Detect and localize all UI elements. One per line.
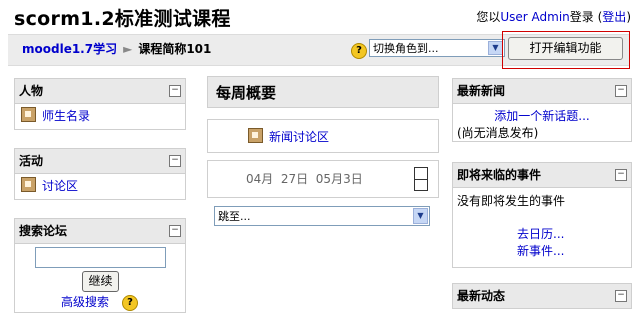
- recent-activity-block-header: 最新动态 −: [453, 284, 631, 308]
- search-go-button[interactable]: 继续: [82, 271, 119, 292]
- upcoming-events-block-header: 即将来临的事件 −: [453, 163, 631, 188]
- logout-close: ): [626, 10, 631, 24]
- latest-news-block-header: 最新新闻 −: [453, 79, 631, 104]
- jump-to-value: 跳至...: [218, 210, 251, 223]
- chevron-down-icon: ▼: [488, 41, 503, 55]
- help-icon[interactable]: ?: [122, 295, 138, 311]
- user-link[interactable]: User Admin: [500, 10, 569, 24]
- weekly-outline-title: 每周概要: [216, 84, 277, 102]
- forums-item[interactable]: 讨论区: [15, 174, 185, 197]
- help-icon[interactable]: ?: [351, 43, 367, 59]
- chevron-down-icon: ▼: [413, 208, 428, 224]
- breadcrumb-separator-icon: ►: [123, 42, 133, 56]
- news-forum-link[interactable]: 新闻讨论区: [269, 130, 329, 144]
- participants-icon: [21, 107, 36, 122]
- breadcrumb: moodle1.7学习 ► 课程简称101: [22, 40, 211, 57]
- breadcrumb-current: 课程简称101: [138, 42, 212, 56]
- people-block-title: 人物: [19, 84, 44, 98]
- news-forum-item[interactable]: 新闻讨论区: [248, 128, 329, 145]
- search-forums-input[interactable]: [35, 247, 166, 268]
- activities-block: 活动 − 讨论区: [14, 148, 186, 200]
- turn-editing-on-button[interactable]: 打开编辑功能: [508, 37, 623, 60]
- no-news-text: (尚无消息发布): [457, 126, 539, 140]
- search-forums-block-header: 搜索论坛 −: [15, 219, 185, 244]
- people-block: 人物 − 师生名录: [14, 78, 186, 130]
- weekly-outline-header: 每周概要: [207, 76, 439, 108]
- recent-activity-block-title: 最新动态: [457, 289, 506, 303]
- login-suffix: 登录: [569, 10, 594, 24]
- go-to-calendar-link[interactable]: 去日历...: [517, 225, 564, 242]
- latest-news-block: 最新新闻 − 添加一个新话题... (尚无消息发布): [452, 78, 632, 142]
- people-block-header: 人物 −: [15, 79, 185, 104]
- collapse-icon[interactable]: −: [615, 290, 627, 302]
- login-info: 您以User Admin登录 (登出): [476, 8, 631, 25]
- collapse-icon[interactable]: −: [169, 225, 181, 237]
- activities-block-title: 活动: [19, 154, 44, 168]
- collapse-icon[interactable]: −: [615, 169, 627, 181]
- recent-activity-block: 最新动态 −: [452, 283, 632, 309]
- latest-news-block-title: 最新新闻: [457, 84, 506, 98]
- breadcrumb-home-link[interactable]: moodle1.7学习: [22, 42, 117, 56]
- week-dates: 04月 27日 05月3日: [246, 172, 363, 186]
- switch-role-value: 切换角色到...: [373, 42, 439, 55]
- add-new-topic-link[interactable]: 添加一个新话题...: [494, 109, 589, 123]
- login-prefix: 您以: [476, 10, 501, 24]
- forum-icon: [248, 128, 263, 143]
- switch-role-select[interactable]: 切换角色到... ▼: [369, 39, 505, 57]
- activities-block-header: 活动 −: [15, 149, 185, 174]
- advanced-search-link[interactable]: 高级搜索: [61, 293, 109, 310]
- jump-to-select[interactable]: 跳至... ▼: [214, 206, 430, 226]
- new-event-link[interactable]: 新事件...: [517, 242, 564, 259]
- participants-link[interactable]: 师生名录: [42, 109, 90, 123]
- collapse-icon[interactable]: −: [615, 85, 627, 97]
- collapse-icon[interactable]: −: [169, 85, 181, 97]
- no-events-text: 没有即将发生的事件: [457, 194, 566, 208]
- upcoming-events-block: 即将来临的事件 − 没有即将发生的事件 去日历... 新事件...: [452, 162, 632, 268]
- collapse-icon[interactable]: −: [169, 155, 181, 167]
- search-forums-block-title: 搜索论坛: [19, 224, 68, 238]
- logout-link[interactable]: 登出: [602, 10, 626, 24]
- section-zero: 新闻讨论区: [207, 119, 439, 153]
- participants-item[interactable]: 师生名录: [15, 104, 185, 127]
- forums-link[interactable]: 讨论区: [42, 179, 78, 193]
- show-only-week-icon[interactable]: [414, 167, 428, 191]
- add-topic-row: 添加一个新话题...: [453, 104, 631, 124]
- upcoming-events-block-title: 即将来临的事件: [457, 168, 542, 182]
- site-title: scorm1.2标准测试课程: [14, 8, 231, 30]
- forum-icon: [21, 177, 36, 192]
- week-section: 04月 27日 05月3日: [207, 160, 439, 198]
